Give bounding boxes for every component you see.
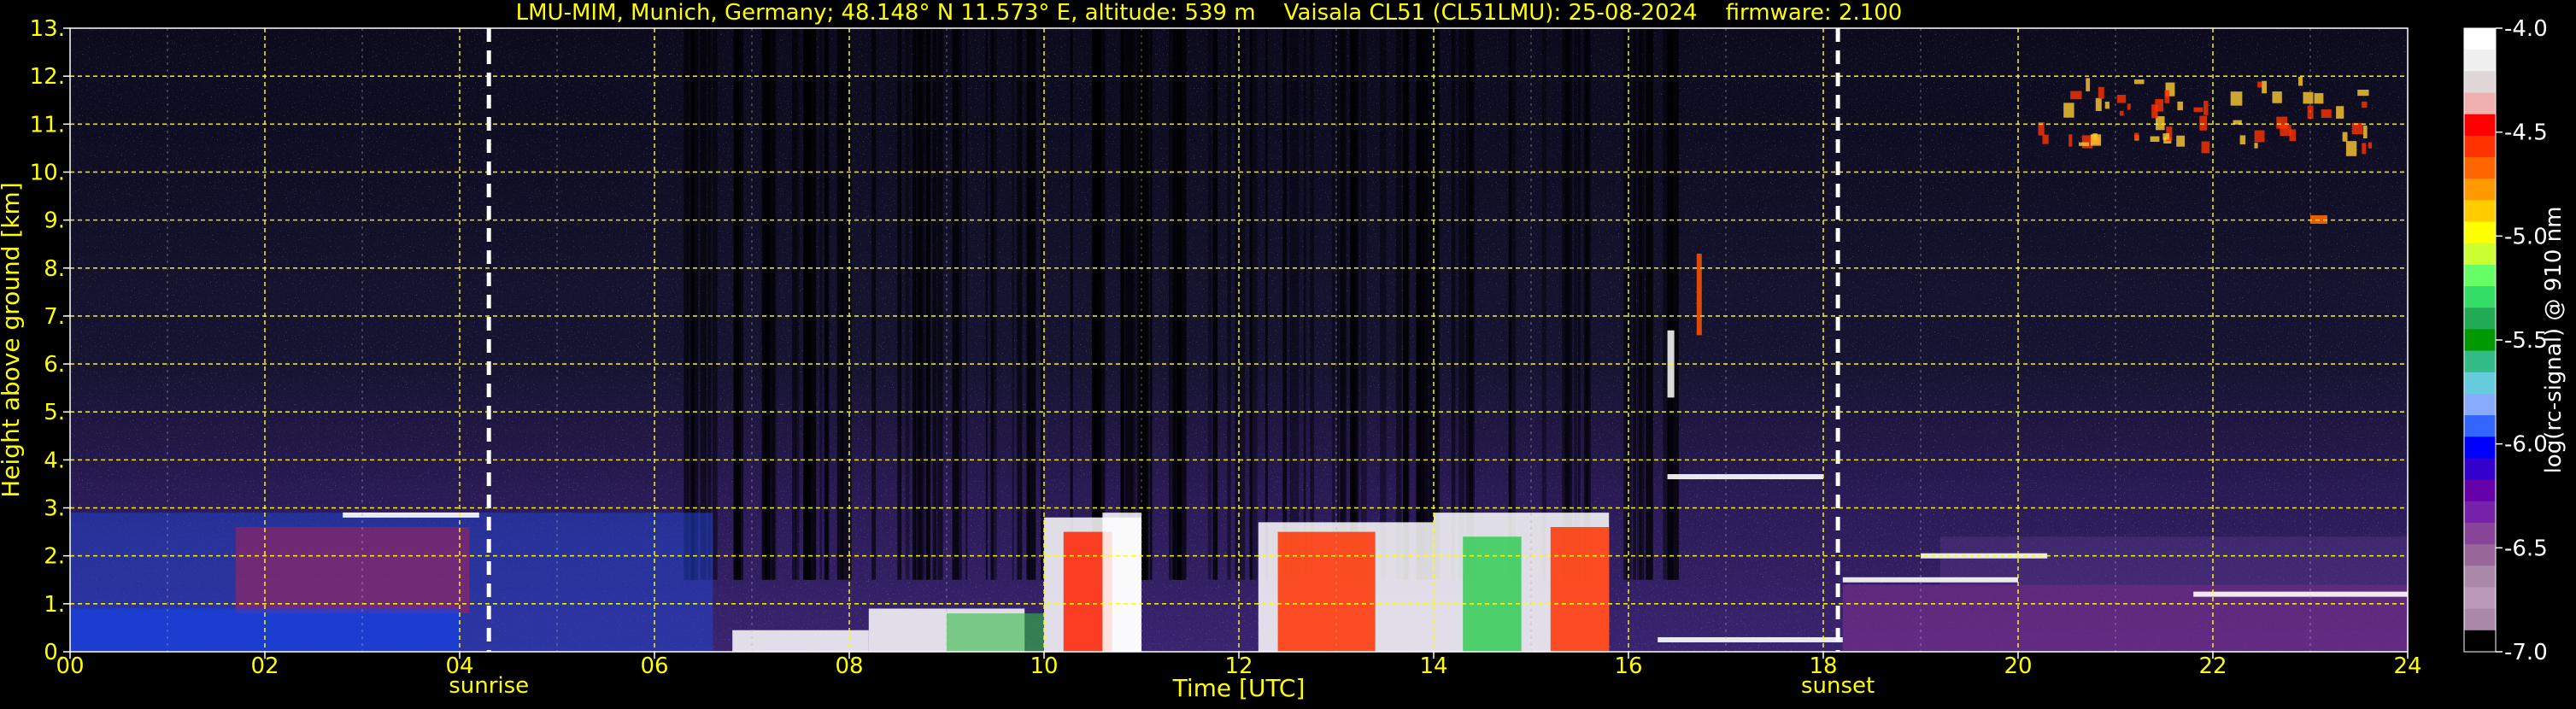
y-tick-label: 8. [44,256,65,282]
colorbar-segment [2464,157,2496,179]
y-tick-label: 3. [44,496,65,522]
colorbar-segment [2464,458,2496,481]
colorbar-segment [2464,308,2496,331]
colorbar-segment [2464,50,2496,72]
x-tick-label: 06 [640,653,668,679]
colorbar-segment [2464,114,2496,137]
colorbar-segment [2464,329,2496,352]
y-tick-label: 11. [30,112,65,138]
colorbar-segment [2464,587,2496,610]
chart-svg: sunrise sunset 00 02 04 06 08 10 12 14 16 18 20 22 24… [0,16,2567,702]
colorbar-segment [2464,630,2496,653]
aerosol-layer-red [235,527,470,614]
y-tick-label: 2. [44,544,65,570]
colorbar-segment [2464,437,2496,460]
colorbar-segment [2464,243,2496,266]
colorbar-segment [2464,92,2496,115]
y-tick-label: 1. [44,592,65,618]
x-tick-label: 02 [250,653,279,679]
colorbar-segment [2464,565,2496,589]
colorbar-segment [2464,501,2496,524]
y-tick-label: 4. [44,448,65,473]
colorbar-segment [2464,221,2496,244]
x-tick-label: 22 [2198,653,2227,679]
colorbar-segment [2464,522,2496,545]
colorbar-segment [2464,200,2496,223]
colorbar-segment [2464,28,2496,50]
colorbar-tick-label: -6.5 [2504,536,2548,561]
colorbar-segment [2464,415,2496,437]
x-tick-label: 04 [445,653,473,679]
colorbar-segment [2464,179,2496,201]
colorbar-tick-label: -7.0 [2504,640,2548,665]
y-tick-label: 6. [44,352,65,378]
y-tick-label: 10. [30,160,65,185]
x-tick-label: 20 [2004,653,2032,679]
y-axis-label: Height above ground [km] [0,182,25,498]
chart-title: LMU-MIM, Munich, Germany; 48.148° N 11.5… [515,0,1903,26]
colorbar-segment [2464,350,2496,373]
y-tick-label: 12. [30,64,65,90]
y-tick-label: 0. [44,640,65,665]
colorbar-segment [2464,264,2496,287]
colorbar-tick-label: -4.5 [2504,120,2548,146]
y-tick-label: 9. [44,208,65,234]
x-tick-label: 16 [1614,653,1642,679]
colorbar-segment [2464,544,2496,566]
colorbar-segment [2464,135,2496,158]
colorbar-segment [2464,608,2496,631]
colorbar-segment [2464,393,2496,416]
x-axis-label: Time [UTC] [1172,674,1306,702]
x-tick-label: 08 [835,653,863,679]
colorbar-segment [2464,71,2496,94]
y-tick-label: 5. [44,400,65,425]
colorbar-segment [2464,479,2496,502]
colorbar-segment [2464,286,2496,308]
ceilometer-figure: LMU-MIM, Munich, Germany; 48.148° N 11.5… [0,0,2576,706]
colorbar-tick-label: -4.0 [2504,16,2548,42]
x-tick-label: 24 [2393,653,2421,679]
colorbar-label: log(rc-signal) @ 910 nm [2541,207,2567,474]
x-tick-label: 14 [1419,653,1447,679]
y-tick-label: 7. [44,304,65,330]
colorbar-segment [2464,372,2496,395]
x-tick-label: 18 [1809,653,1837,679]
x-tick-label: 10 [1030,653,1058,679]
